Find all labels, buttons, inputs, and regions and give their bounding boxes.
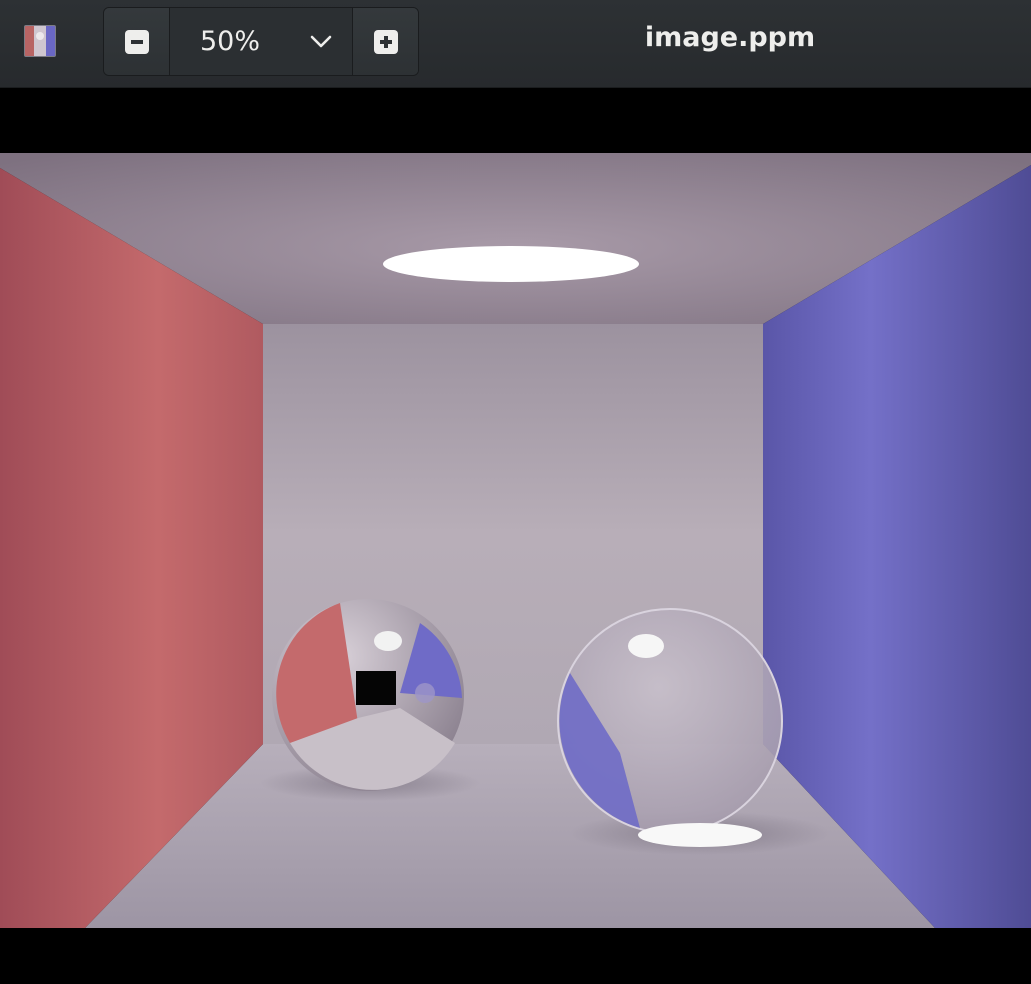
window-title: image.ppm [644,22,816,53]
header-bar: 50% image.ppm [0,0,1031,88]
zoom-in-button[interactable] [352,8,418,75]
chevron-down-icon [310,35,332,47]
mirror-sphere [272,599,464,791]
zoom-controls: 50% [103,7,419,76]
zoom-out-button[interactable] [104,8,170,75]
zoom-level-dropdown[interactable]: 50% [170,8,352,75]
zoom-level-value: 50% [200,26,261,57]
zoom-in-icon [373,29,398,54]
zoom-out-icon [124,29,149,54]
image-viewer-app-icon [24,25,56,57]
rendered-image [0,153,1031,928]
image-viewer-window: 50% image.ppm [0,0,1031,984]
